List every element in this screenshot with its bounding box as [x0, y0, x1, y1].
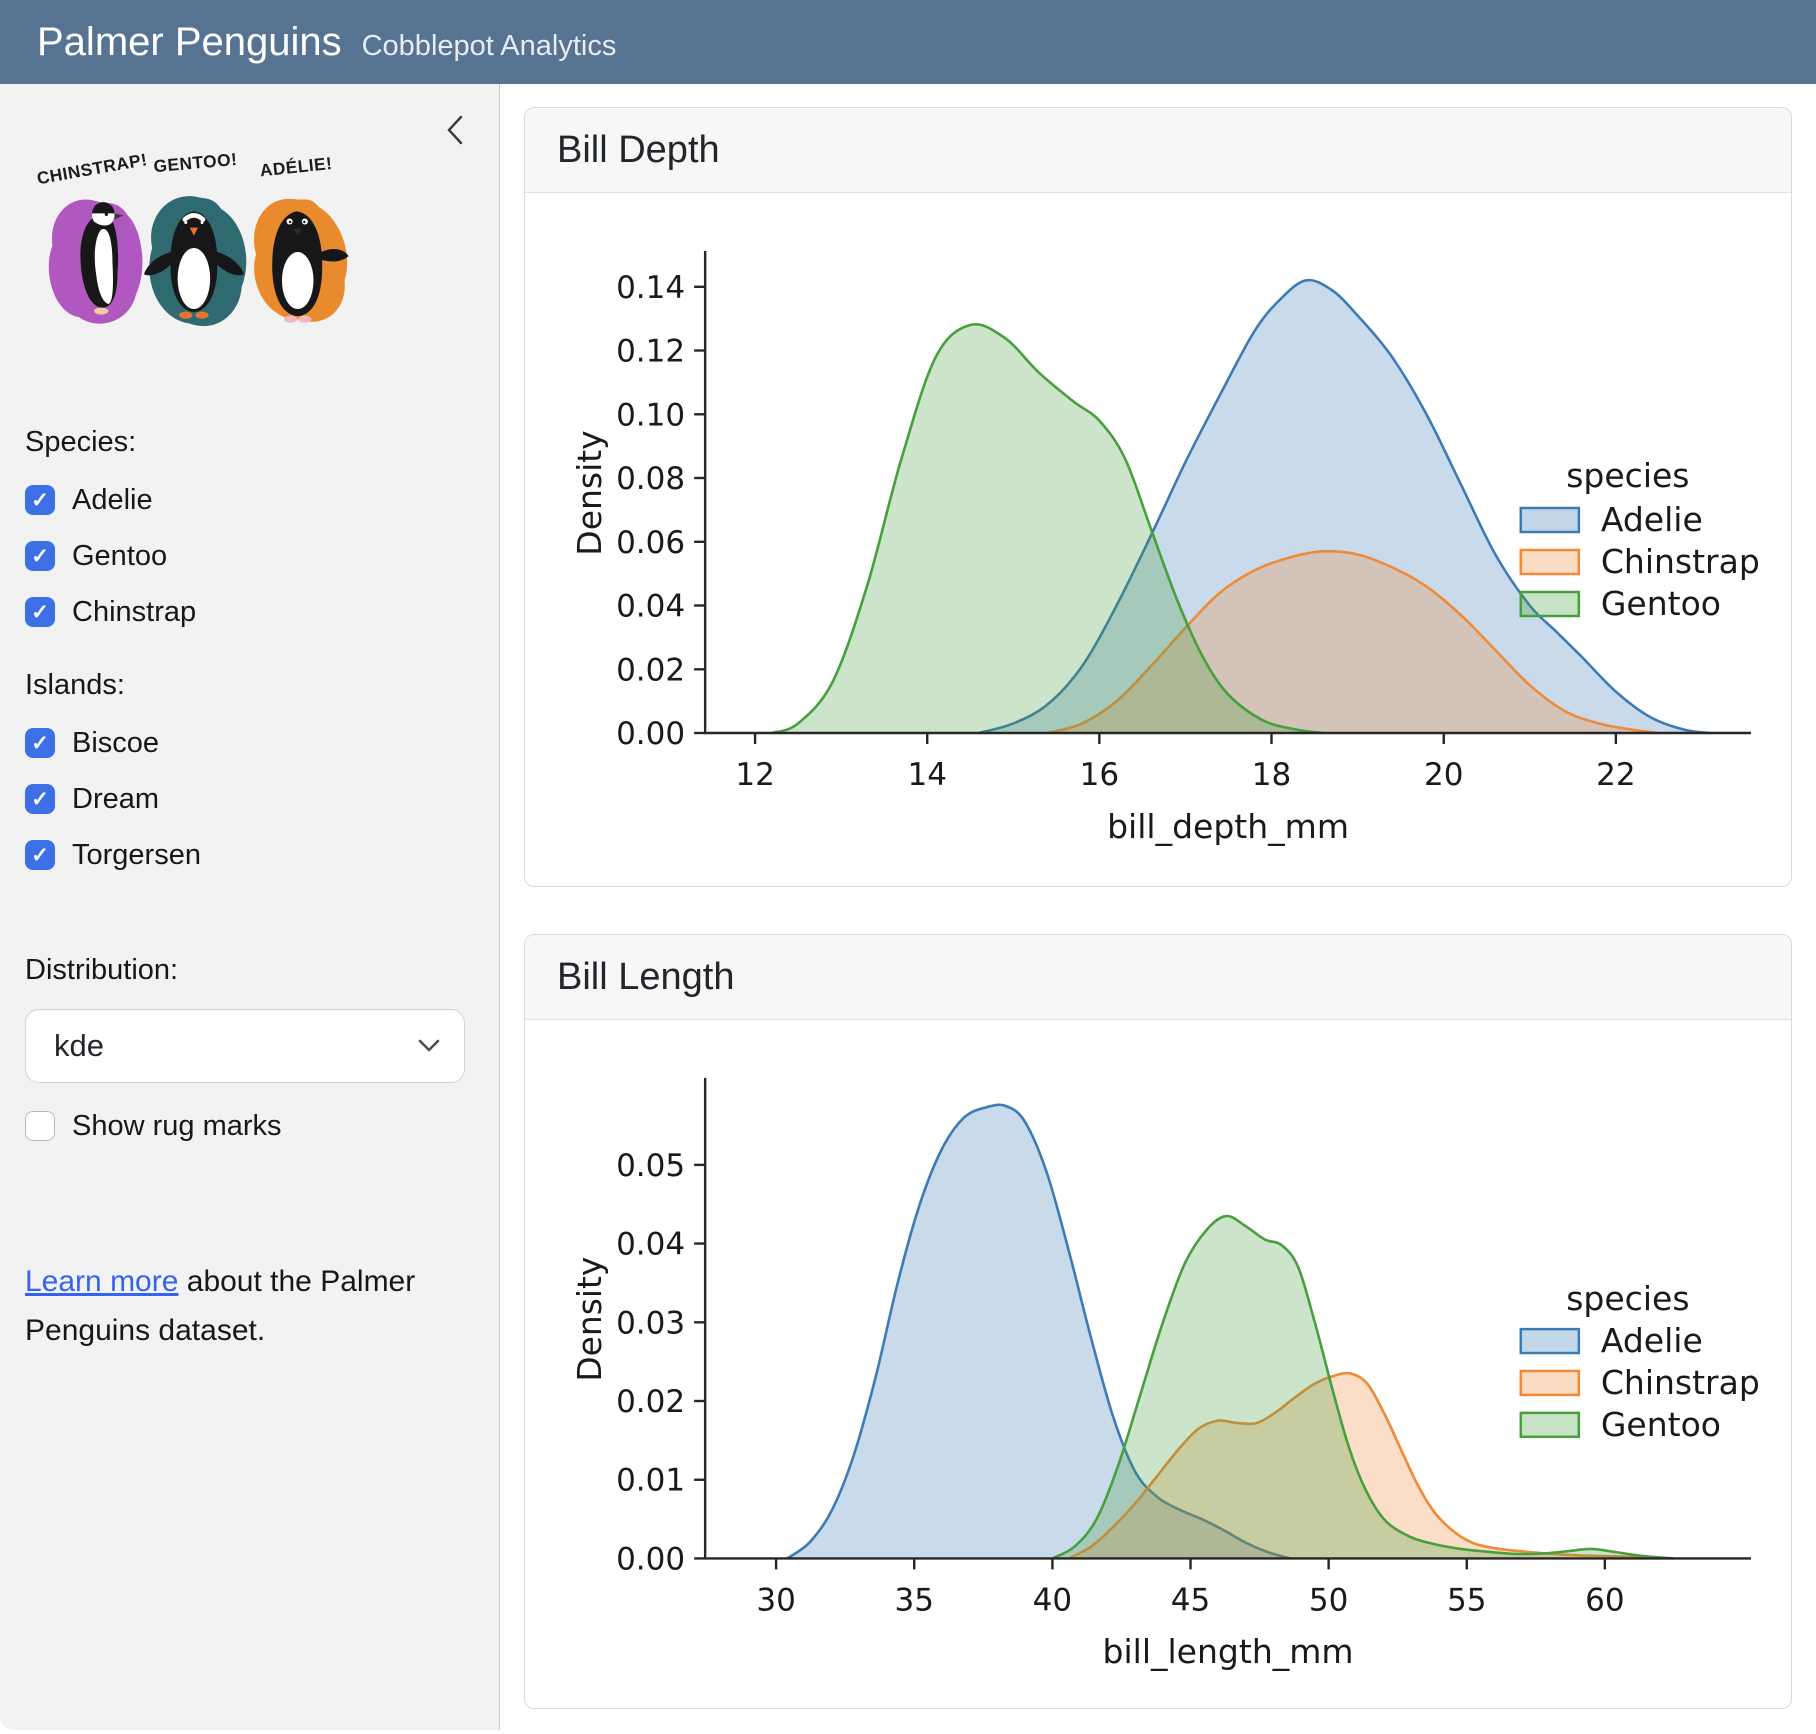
distribution-selected-value: kde: [54, 1028, 104, 1064]
svg-text:55: 55: [1447, 1582, 1486, 1618]
checkbox-chinstrap[interactable]: [25, 597, 55, 627]
checkbox-row-adelie[interactable]: Adelie: [25, 485, 499, 515]
svg-text:16: 16: [1080, 757, 1119, 793]
bill-length-kde-plot: 30 35 40 45 50 55 60 0.00 0.01 0.02 0.03 0.04 0.05 bi…: [525, 1020, 1791, 1708]
svg-text:species: species: [1566, 1279, 1689, 1318]
bill-depth-card-title: Bill Depth: [525, 108, 1791, 193]
species-checkbox-group: Adelie Gentoo Chinstrap: [0, 485, 499, 627]
svg-text:0.04: 0.04: [616, 1227, 685, 1263]
svg-text:30: 30: [756, 1582, 795, 1618]
svg-text:0.05: 0.05: [616, 1148, 685, 1184]
page-layout: CHINSTRAP! GENTOO! ADÉLIE! Species: Adel…: [0, 84, 1816, 1730]
app-subtitle: Cobblepot Analytics: [362, 30, 617, 63]
checkbox-label-chinstrap: Chinstrap: [72, 596, 196, 629]
app-title: Palmer Penguins: [37, 0, 342, 84]
adelie-penguin-illustration: [254, 199, 349, 323]
svg-text:0.02: 0.02: [616, 1384, 685, 1420]
main-content: Bill Depth 12 14 16 18 20 22 0.00 0.02 0.04 0.06 0…: [500, 84, 1816, 1730]
svg-text:45: 45: [1171, 1582, 1210, 1618]
gentoo-penguin-illustration: [144, 196, 246, 326]
bill-length-card-title: Bill Length: [525, 935, 1791, 1020]
show-rug-marks-row[interactable]: Show rug marks: [25, 1111, 499, 1141]
chinstrap-penguin-illustration: [49, 199, 143, 323]
checkbox-row-gentoo[interactable]: Gentoo: [25, 541, 499, 571]
show-rug-marks-label: Show rug marks: [72, 1110, 282, 1143]
learn-more-paragraph: Learn more about the Palmer Penguins dat…: [25, 1257, 461, 1355]
svg-text:60: 60: [1585, 1582, 1624, 1618]
checkbox-label-adelie: Adelie: [72, 484, 153, 517]
svg-text:0.00: 0.00: [616, 1541, 685, 1577]
app-header: Palmer Penguins Cobblepot Analytics: [0, 0, 1816, 84]
svg-text:22: 22: [1596, 757, 1635, 793]
svg-text:0.01: 0.01: [616, 1463, 685, 1499]
svg-text:0.14: 0.14: [616, 270, 685, 306]
svg-text:14: 14: [907, 757, 946, 793]
svg-text:Gentoo: Gentoo: [1601, 1405, 1721, 1444]
checkbox-torgersen[interactable]: [25, 840, 55, 870]
svg-text:bill_length_mm: bill_length_mm: [1103, 1632, 1354, 1671]
distribution-select[interactable]: kde: [25, 1009, 465, 1083]
sidebar-collapse-button[interactable]: [439, 112, 473, 148]
svg-text:0.02: 0.02: [616, 652, 685, 688]
svg-text:bill_depth_mm: bill_depth_mm: [1107, 807, 1349, 846]
show-rug-marks-checkbox[interactable]: [25, 1111, 55, 1141]
checkbox-dream[interactable]: [25, 784, 55, 814]
checkbox-label-biscoe: Biscoe: [72, 727, 159, 760]
svg-text:40: 40: [1033, 1582, 1072, 1618]
bill-depth-card-body: 12 14 16 18 20 22 0.00 0.02 0.04 0.06 0.08 0.10 0.12…: [525, 193, 1791, 886]
checkbox-row-chinstrap[interactable]: Chinstrap: [25, 597, 499, 627]
svg-text:Density: Density: [570, 430, 609, 555]
checkbox-row-dream[interactable]: Dream: [25, 784, 499, 814]
checkbox-label-dream: Dream: [72, 783, 159, 816]
svg-text:Adelie: Adelie: [1601, 1321, 1703, 1360]
penguins-artwork: CHINSTRAP! GENTOO! ADÉLIE!: [30, 148, 370, 352]
bill-depth-kde-plot: 12 14 16 18 20 22 0.00 0.02 0.04 0.06 0.08 0.10 0.12…: [525, 193, 1791, 886]
svg-text:0.10: 0.10: [616, 397, 685, 433]
svg-text:0.06: 0.06: [616, 525, 685, 561]
svg-text:0.03: 0.03: [616, 1305, 685, 1341]
svg-text:18: 18: [1252, 757, 1291, 793]
svg-text:12: 12: [735, 757, 774, 793]
svg-text:Chinstrap: Chinstrap: [1601, 1363, 1760, 1402]
artwork-label-chinstrap: CHINSTRAP!: [35, 149, 149, 188]
svg-text:Adelie: Adelie: [1601, 500, 1703, 539]
svg-text:20: 20: [1424, 757, 1463, 793]
svg-text:Gentoo: Gentoo: [1601, 584, 1721, 623]
checkbox-label-torgersen: Torgersen: [72, 839, 201, 872]
checkbox-adelie[interactable]: [25, 485, 55, 515]
svg-text:0.04: 0.04: [616, 589, 685, 625]
checkbox-row-torgersen[interactable]: Torgersen: [25, 840, 499, 870]
checkbox-label-gentoo: Gentoo: [72, 540, 167, 573]
svg-text:0.08: 0.08: [616, 461, 685, 497]
bill-length-card-body: 30 35 40 45 50 55 60 0.00 0.01 0.02 0.03 0.04 0.05 bi…: [525, 1020, 1791, 1708]
sidebar: CHINSTRAP! GENTOO! ADÉLIE! Species: Adel…: [0, 84, 500, 1730]
checkbox-row-biscoe[interactable]: Biscoe: [25, 728, 499, 758]
artwork-label-adelie: ADÉLIE!: [259, 153, 333, 180]
svg-text:Density: Density: [570, 1257, 609, 1382]
chevron-down-icon: [418, 1039, 440, 1053]
bill-depth-card: Bill Depth 12 14 16 18 20 22 0.00 0.02 0.04 0.06 0…: [524, 107, 1792, 887]
checkbox-gentoo[interactable]: [25, 541, 55, 571]
checkbox-biscoe[interactable]: [25, 728, 55, 758]
species-section-label: Species:: [25, 426, 499, 459]
artwork-label-gentoo: GENTOO!: [153, 149, 238, 176]
islands-section-label: Islands:: [25, 669, 499, 702]
learn-more-link[interactable]: Learn more: [25, 1265, 178, 1298]
islands-checkbox-group: Biscoe Dream Torgersen: [0, 728, 499, 870]
distribution-section-label: Distribution:: [25, 954, 499, 987]
svg-text:0.00: 0.00: [616, 716, 685, 752]
chevron-left-icon: [439, 112, 473, 148]
bill-length-card: Bill Length 30 35 40 45 50 55 60 0.00 0.01 0.02 0.…: [524, 934, 1792, 1709]
svg-text:50: 50: [1309, 1582, 1348, 1618]
svg-text:species: species: [1566, 456, 1689, 495]
svg-text:0.12: 0.12: [616, 334, 685, 370]
svg-text:Chinstrap: Chinstrap: [1601, 542, 1760, 581]
svg-text:35: 35: [894, 1582, 933, 1618]
